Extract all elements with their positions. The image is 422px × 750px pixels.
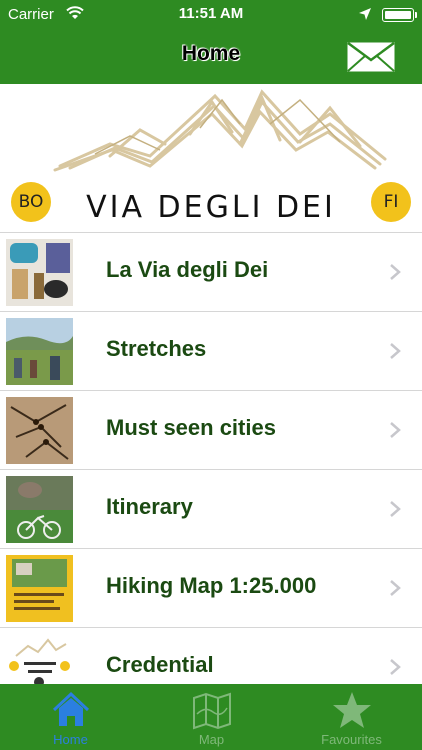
map-cover-photo [6,555,73,622]
list-item[interactable]: La Via degli Dei [0,232,422,311]
chevron-right-icon [390,422,401,438]
chevron-right-icon [390,264,401,280]
chevron-right-icon [390,343,401,359]
tab-label: Favourites [321,732,382,747]
list-item-label: La Via degli Dei [106,257,269,282]
list-item-label: Stretches [106,336,207,361]
hiking-gear-photo [6,239,73,306]
tab-bar: Home Map Favourites [0,684,422,750]
bologna-badge: BO [11,182,51,222]
top-bar: Carrier 11:51 AM Home [0,0,422,84]
list-item-label: Itinerary [106,494,193,519]
list-item[interactable]: Hiking Map 1:25.000 [0,548,422,627]
list-item[interactable]: Itinerary [0,469,422,548]
status-bar: Carrier 11:51 AM [0,0,422,30]
logo-text: VIA DEGLI DEI [86,190,336,225]
bicycle-photo [6,476,73,543]
list-item[interactable]: Must seen cities [0,390,422,469]
chevron-right-icon [390,659,401,675]
map-icon [192,692,231,730]
house-icon [52,691,89,726]
tab-home[interactable]: Home [0,684,141,750]
chevron-right-icon [390,580,401,596]
star-icon [332,692,371,728]
old-map-photo [6,397,73,464]
battery-icon [382,8,417,22]
list-item[interactable]: Stretches [0,311,422,390]
hills-walkers-photo [6,318,73,385]
location-arrow-icon [359,8,371,20]
menu-list: La Via degli Dei Stretches Must seen cit… [0,232,422,684]
tab-label: Home [53,732,88,747]
logo-thumbnail [6,634,73,684]
list-item-label: Hiking Map 1:25.000 [106,573,317,598]
tab-label: Map [198,732,225,747]
tab-favourites[interactable]: Favourites [281,684,422,750]
via-degli-dei-banner: BO VIA DEGLI DEI FI [0,84,422,232]
envelope-icon[interactable] [347,42,395,72]
florence-badge: FI [371,182,411,222]
chevron-right-icon [390,501,401,517]
tab-map[interactable]: Map [141,684,282,750]
list-item-label: Must seen cities [106,415,276,440]
list-item-label: Credential [106,652,214,677]
list-item[interactable]: Credential [0,627,422,684]
